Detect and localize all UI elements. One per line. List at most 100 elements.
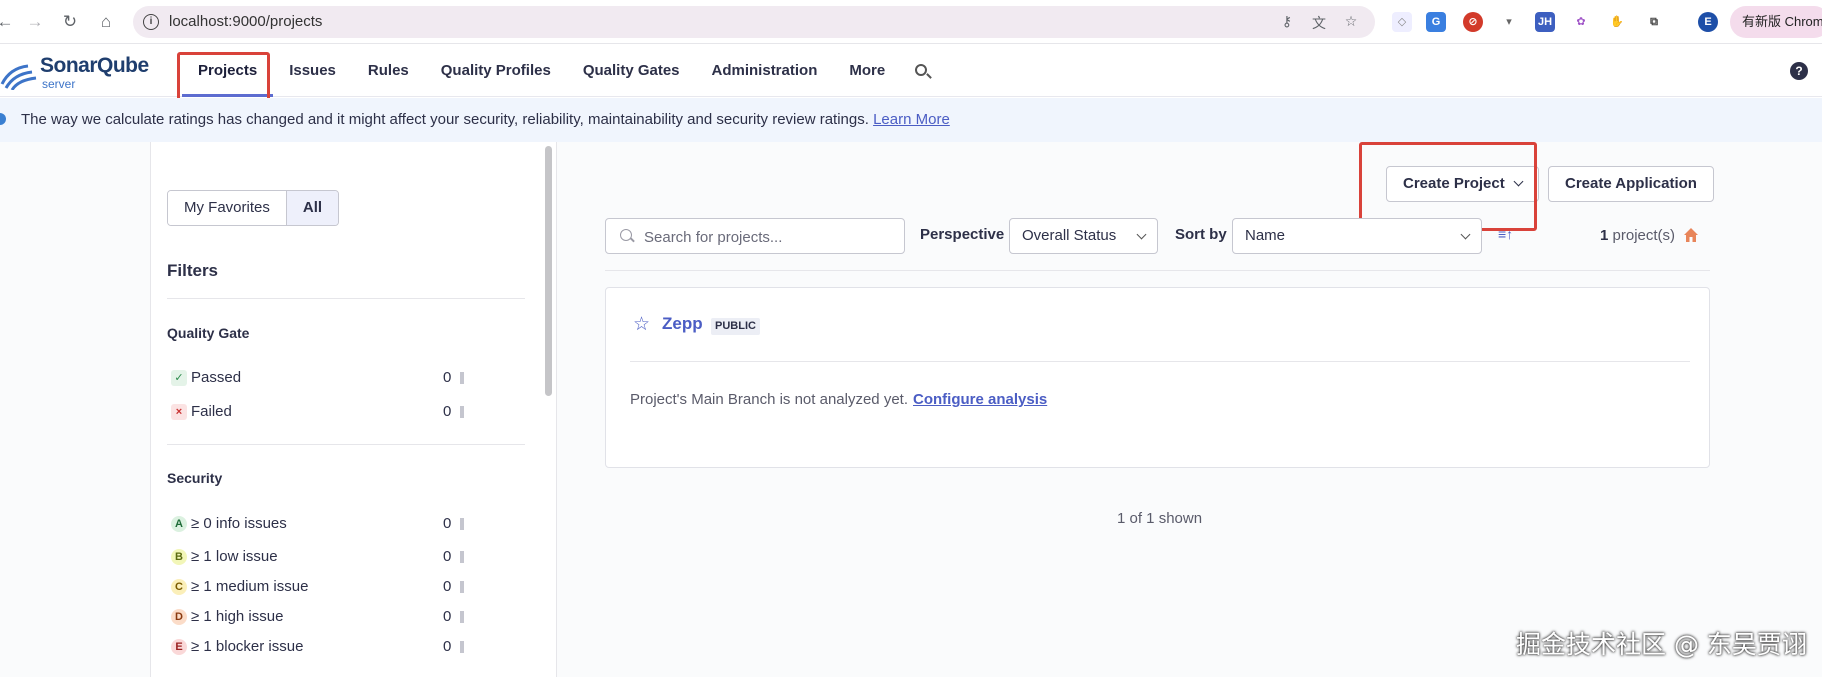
chevron-down-icon[interactable]: ▾ [1499, 12, 1519, 32]
visibility-badge: PUBLIC [711, 318, 760, 335]
translate-icon[interactable]: 文 [1309, 13, 1329, 31]
nav-administration[interactable]: Administration [696, 44, 834, 97]
facet-bar [460, 551, 464, 563]
shown-count: 1 of 1 shown [1117, 510, 1203, 527]
facet-security-b[interactable]: B ≥ 1 low issue 0 [171, 546, 471, 568]
extension-ai-icon[interactable]: ✿ [1571, 12, 1591, 32]
site-info-icon[interactable]: i [143, 14, 159, 30]
nav-quality-gates[interactable]: Quality Gates [567, 44, 696, 97]
extension-shield-icon[interactable]: ◇ [1392, 12, 1412, 32]
facet-security-e[interactable]: E ≥ 1 blocker issue 0 [171, 636, 471, 658]
nav-more[interactable]: More [833, 44, 901, 97]
favorite-star-icon[interactable]: ☆ [633, 313, 650, 336]
cross-icon: × [171, 404, 187, 420]
extensions-puzzle-icon[interactable]: ⧉ [1644, 12, 1664, 32]
perspective-value: Overall Status [1022, 227, 1117, 244]
extension-block-icon[interactable]: ⊘ [1463, 12, 1483, 32]
watermark: 掘金技术社区 @ 东吴贾诩 [1516, 630, 1807, 659]
reload-icon[interactable]: ↻ [59, 11, 81, 33]
project-count: 1 project(s) [1600, 227, 1676, 244]
profile-avatar-icon[interactable]: E [1698, 12, 1718, 32]
grade-e-icon: E [171, 639, 187, 655]
home-icon[interactable] [1683, 227, 1699, 243]
quality-gate-title: Quality Gate [167, 325, 250, 341]
create-application-button[interactable]: Create Application [1548, 166, 1714, 202]
sort-select[interactable]: Name [1232, 218, 1482, 254]
brand-sub: server [42, 77, 76, 91]
extension-jh-icon[interactable]: JH [1535, 12, 1555, 32]
url-text: localhost:9000/projects [169, 13, 323, 30]
facet-bar [460, 611, 464, 623]
home-icon[interactable]: ⌂ [95, 11, 117, 33]
not-analyzed-message: Project's Main Branch is not analyzed ye… [630, 391, 908, 408]
chevron-down-icon [1460, 229, 1471, 240]
forward-icon[interactable]: → [24, 11, 46, 33]
sonarqube-logo[interactable]: SonarQube server [0, 50, 155, 92]
project-name-link[interactable]: Zepp [662, 314, 703, 334]
security-title: Security [167, 470, 223, 486]
main-nav: Projects Issues Rules Quality Profiles Q… [182, 44, 941, 97]
help-icon[interactable]: ? [1790, 62, 1808, 80]
check-icon: ✓ [171, 370, 187, 386]
address-bar[interactable]: i localhost:9000/projects ⚷ 文 ☆ [133, 6, 1375, 38]
project-search[interactable] [605, 218, 905, 254]
grade-c-icon: C [171, 579, 187, 595]
facet-bar [460, 518, 464, 530]
nav-rules[interactable]: Rules [352, 44, 425, 97]
divider [167, 298, 525, 299]
sort-by-label: Sort by [1175, 226, 1227, 243]
bookmark-star-icon[interactable]: ☆ [1341, 13, 1361, 31]
facet-count: 0 [443, 515, 452, 532]
all-button[interactable]: All [285, 191, 339, 225]
facet-security-c[interactable]: C ≥ 1 medium issue 0 [171, 576, 471, 598]
facet-label: ≥ 1 low issue [191, 548, 278, 565]
search-input[interactable] [644, 226, 894, 248]
facet-bar [460, 372, 464, 384]
perspective-label: Perspective [920, 226, 1005, 243]
update-chrome-chip[interactable]: 有新版 Chrome [1730, 6, 1822, 38]
app-header: SonarQube server Projects Issues Rules Q… [0, 44, 1822, 97]
grade-d-icon: D [171, 609, 187, 625]
sort-value: Name [1245, 227, 1286, 244]
divider [630, 361, 1690, 362]
perspective-select[interactable]: Overall Status [1009, 218, 1158, 254]
configure-analysis-link[interactable]: Configure analysis [913, 391, 1047, 408]
nav-issues[interactable]: Issues [273, 44, 352, 97]
facet-passed[interactable]: ✓ Passed 0 [171, 367, 471, 389]
extension-pin-icon[interactable]: ✋ [1607, 12, 1627, 32]
brand-name: SonarQube [40, 54, 149, 77]
nav-quality-profiles[interactable]: Quality Profiles [425, 44, 567, 97]
facet-label: Passed [191, 369, 242, 386]
sonar-waves-icon [0, 64, 37, 90]
learn-more-link[interactable]: Learn More [873, 111, 950, 128]
facet-label: ≥ 1 blocker issue [191, 638, 304, 655]
my-favorites-button[interactable]: My Favorites [168, 191, 286, 225]
grade-b-icon: B [171, 549, 187, 565]
info-icon [0, 113, 6, 125]
facet-count: 0 [443, 608, 452, 625]
back-icon[interactable]: ← [0, 11, 16, 33]
facet-security-d[interactable]: D ≥ 1 high issue 0 [171, 606, 471, 628]
facet-count: 0 [443, 403, 452, 420]
facet-count: 0 [443, 548, 452, 565]
grade-a-icon: A [171, 516, 187, 532]
facet-count: 0 [443, 638, 452, 655]
password-key-icon[interactable]: ⚷ [1277, 13, 1297, 31]
facet-count: 0 [443, 578, 452, 595]
facet-label: ≥ 1 medium issue [191, 578, 309, 595]
extension-translate-icon[interactable]: G [1426, 12, 1446, 32]
facet-failed[interactable]: × Failed 0 [171, 401, 471, 423]
project-card: ☆ Zepp PUBLIC Project's Main Branch is n… [605, 287, 1710, 468]
banner-text: The way we calculate ratings has changed… [21, 111, 950, 128]
global-search-icon[interactable] [901, 44, 941, 97]
facet-count: 0 [443, 369, 452, 386]
sidebar-scrollbar[interactable] [545, 146, 552, 396]
facet-security-a[interactable]: A ≥ 0 info issues 0 [171, 513, 471, 535]
facet-label: ≥ 0 info issues [191, 515, 287, 532]
facet-bar [460, 406, 464, 418]
chevron-down-icon [1136, 229, 1147, 240]
filters-title: Filters [167, 261, 219, 280]
facet-bar [460, 581, 464, 593]
sort-direction-icon[interactable]: ≡↑ [1498, 226, 1516, 242]
browser-toolbar: ← → ↻ ⌂ i localhost:9000/projects ⚷ 文 ☆ … [0, 0, 1822, 44]
